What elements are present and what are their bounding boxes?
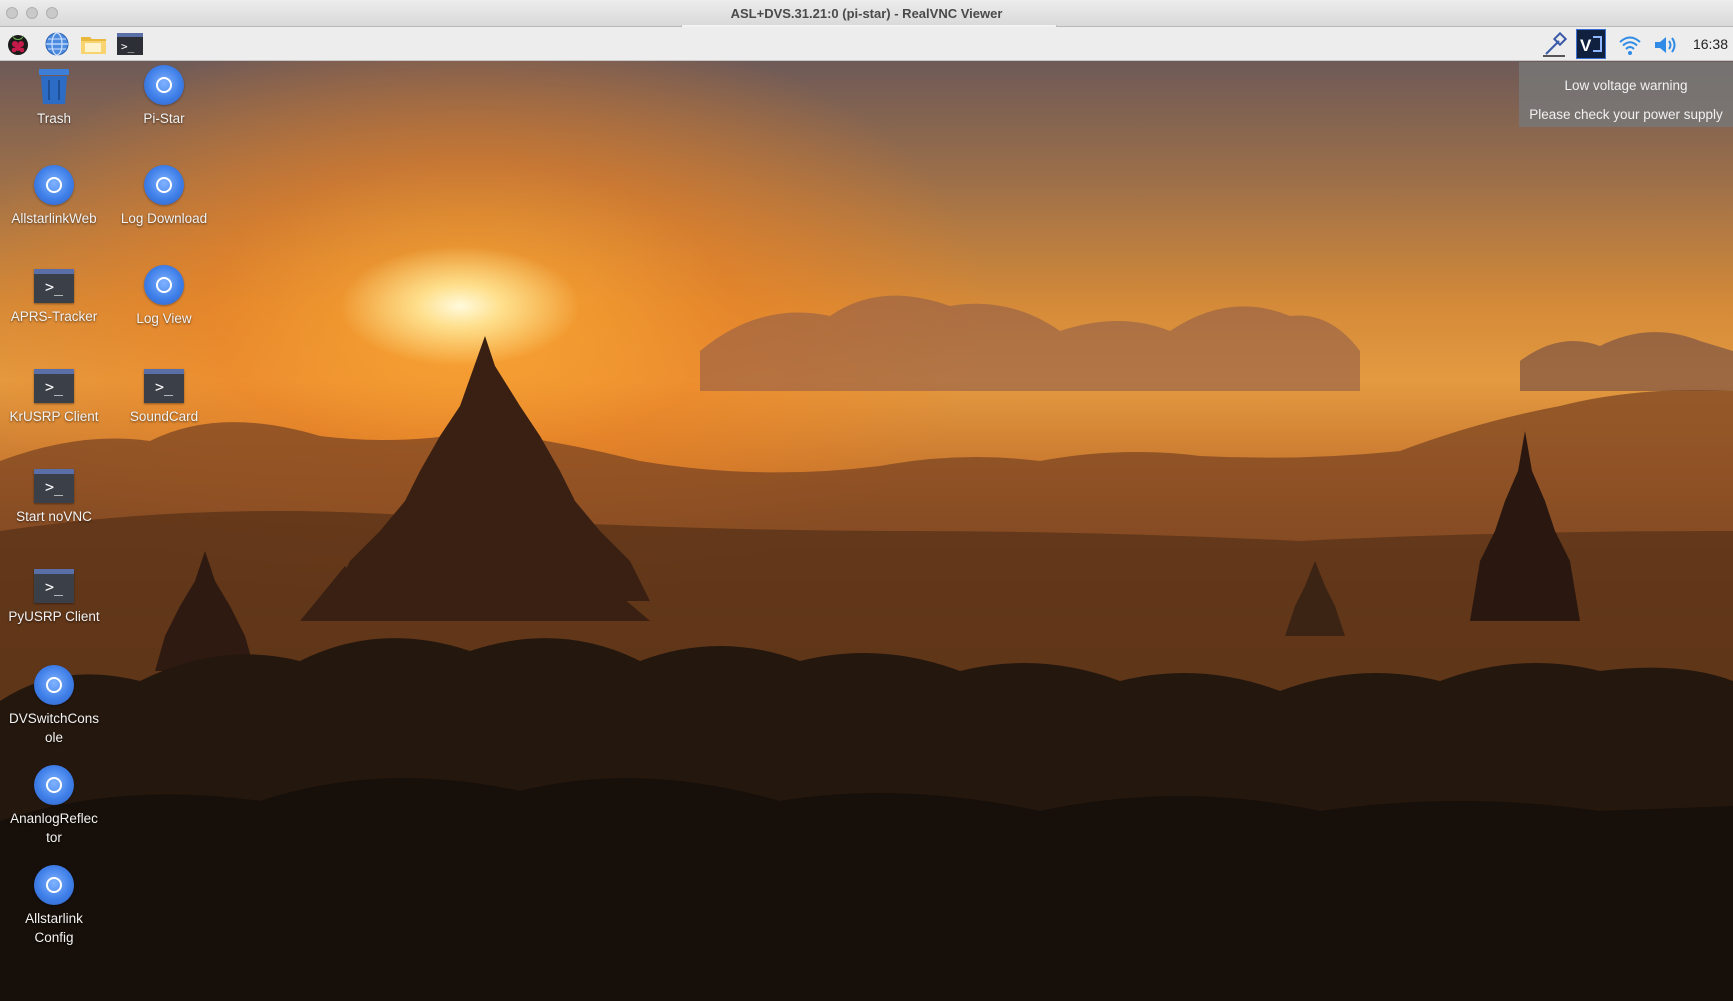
- taskbar-clock[interactable]: 16:38: [1693, 36, 1728, 52]
- desktop-icon-dvswitchconsole[interactable]: DVSwitchCons ole: [4, 665, 104, 747]
- desktop-icon-label: APRS-Tracker: [10, 309, 98, 324]
- terminal-icon[interactable]: >_: [116, 31, 143, 57]
- terminal-icon: >_: [34, 469, 74, 503]
- trash-icon: [37, 67, 71, 105]
- desktop-icon-label: KrUSRP Client: [9, 409, 99, 424]
- desktop-icon-label: AllstarlinkWeb: [11, 211, 97, 226]
- chromium-icon: [144, 265, 184, 305]
- desktop-icon-soundcard[interactable]: >_ SoundCard: [114, 365, 214, 426]
- chromium-icon: [34, 765, 74, 805]
- desktop-icon-ananlogreflector[interactable]: AnanlogReflec tor: [4, 765, 104, 847]
- web-browser-icon[interactable]: [44, 31, 70, 57]
- terminal-icon: >_: [144, 369, 184, 403]
- chromium-icon: [34, 165, 74, 205]
- terminal-icon: >_: [34, 569, 74, 603]
- file-manager-icon[interactable]: [80, 31, 106, 57]
- desktop-icon-label: DVSwitchCons ole: [8, 711, 100, 745]
- desktop-icon-log-view[interactable]: Log View: [114, 265, 214, 328]
- svg-text:V: V: [1580, 36, 1592, 55]
- desktop-icon-label: AnanlogReflec tor: [10, 811, 98, 845]
- desktop-icon-allstarlinkweb[interactable]: AllstarlinkWeb: [4, 165, 104, 228]
- desktop-icon-krusrp-client[interactable]: >_ KrUSRP Client: [4, 365, 104, 426]
- desktop-icon-pyusrp-client[interactable]: >_ PyUSRP Client: [4, 565, 104, 626]
- chromium-icon: [34, 665, 74, 705]
- desktop-icon-log-download[interactable]: Log Download: [114, 165, 214, 228]
- desktop-icon-label: Log View: [136, 311, 192, 326]
- desktop-icon-start-novnc[interactable]: >_ Start noVNC: [4, 465, 104, 526]
- chromium-icon: [34, 865, 74, 905]
- notification-title: Low voltage warning: [1564, 78, 1688, 93]
- terminal-icon: >_: [34, 369, 74, 403]
- chromium-icon: [144, 65, 184, 105]
- desktop-icon-trash[interactable]: Trash: [4, 65, 104, 128]
- desktop-icon-label: Pi-Star: [143, 111, 185, 126]
- usb-eject-icon[interactable]: [1541, 31, 1568, 58]
- notification-message: Please check your power supply: [1529, 107, 1723, 122]
- desktop-icon-pi-star[interactable]: Pi-Star: [114, 65, 214, 128]
- window-title: ASL+DVS.31.21:0 (pi-star) - RealVNC View…: [730, 6, 1003, 21]
- vnc-server-icon[interactable]: V: [1576, 29, 1606, 59]
- chromium-icon: [144, 165, 184, 205]
- taskbar: >_ V 16:38: [0, 27, 1733, 61]
- desktop-icon-label: Log Download: [120, 211, 208, 226]
- terminal-icon: >_: [34, 269, 74, 303]
- desktop-icon-label: Start noVNC: [16, 509, 92, 524]
- wifi-icon[interactable]: [1617, 32, 1643, 58]
- desktop-icon-label: SoundCard: [129, 409, 199, 424]
- desktop-icon-aprs-tracker[interactable]: >_ APRS-Tracker: [4, 265, 104, 326]
- svg-text:>_: >_: [121, 40, 135, 53]
- low-voltage-notification[interactable]: Low voltage warning Please check your po…: [1519, 62, 1733, 127]
- window-title-bar: ASL+DVS.31.21:0 (pi-star) - RealVNC View…: [0, 0, 1733, 27]
- wallpaper-silhouette: [0, 295, 1733, 1001]
- desktop-icon-label: Trash: [36, 111, 71, 126]
- desktop-background: Trash Pi-Star AllstarlinkWeb Log Downloa…: [0, 61, 1733, 1001]
- volume-icon[interactable]: [1652, 32, 1678, 58]
- raspberry-menu-icon[interactable]: [5, 31, 31, 57]
- desktop-icon-label: PyUSRP Client: [8, 609, 100, 624]
- desktop-icon-label: Allstarlink Config: [25, 911, 83, 945]
- desktop-icon-allstarlink-config[interactable]: Allstarlink Config: [4, 865, 104, 947]
